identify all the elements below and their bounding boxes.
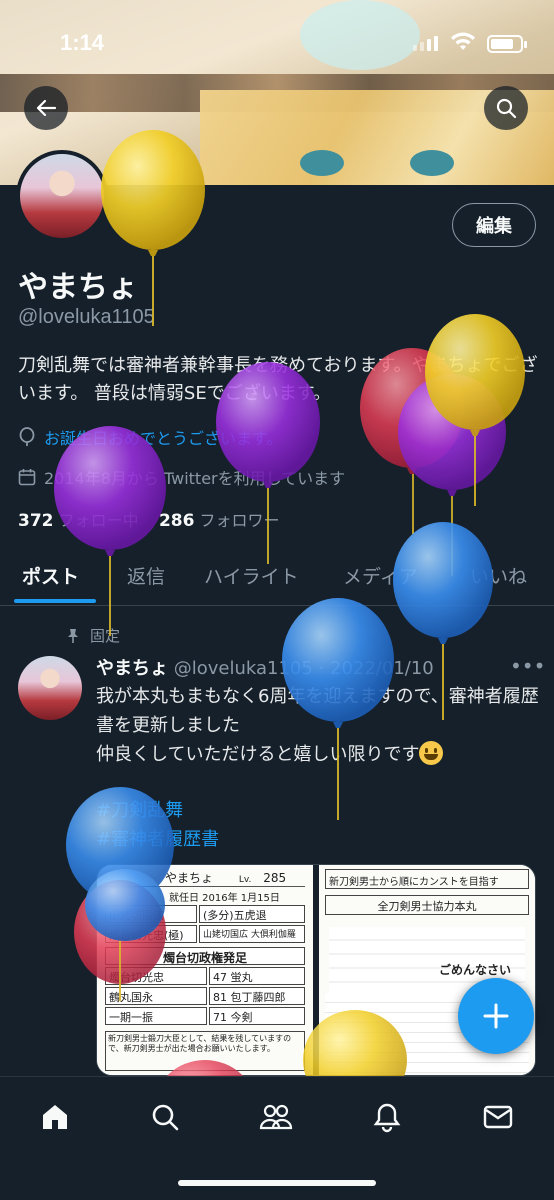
resume-row: 一期一振 xyxy=(105,1007,207,1025)
tab-posts[interactable]: ポスト xyxy=(22,562,79,589)
more-options-icon[interactable]: ••• xyxy=(510,654,545,678)
edit-profile-button[interactable]: 編集 xyxy=(452,203,536,247)
back-button[interactable] xyxy=(24,86,68,130)
messages-icon xyxy=(483,1105,513,1129)
tweet-line-2: 仲良くしていただけると嬉しい限りです xyxy=(96,743,420,765)
pin-icon xyxy=(68,628,78,643)
communities-icon xyxy=(259,1104,293,1130)
battery-icon xyxy=(487,35,527,53)
resume-name: やまちょ xyxy=(165,871,214,885)
search-icon xyxy=(152,1104,179,1131)
tweet-handle-date: @loveluka1105 · 2022/01/10 xyxy=(173,658,434,679)
home-indicator xyxy=(178,1180,376,1186)
resume-level-label: Lv. xyxy=(238,875,252,885)
following-label: フォロー中 xyxy=(58,511,139,530)
resume-row: 鶴丸国永 xyxy=(105,987,207,1005)
tab-indicator xyxy=(14,599,96,603)
status-time: 1:14 xyxy=(60,30,105,55)
resume-row: 71 今剣 xyxy=(209,1007,305,1025)
joined-row: 2014年8月から Twitterを利用しています xyxy=(18,465,345,489)
profile-bio: 刀剣乱舞では審神者兼幹事長を務めております。やまちょでございます。 普段は情弱S… xyxy=(18,355,538,404)
birthday-row: お誕生日おめでとうございます。 xyxy=(18,425,282,449)
compose-tweet-button[interactable] xyxy=(458,978,534,1054)
status-bar: 1:14 xyxy=(0,0,554,70)
balloon-icon xyxy=(19,427,35,446)
search-icon xyxy=(496,98,517,119)
cellular-signal-icon xyxy=(413,36,438,51)
resume-date: 就任日 2016年 1月15日 xyxy=(169,893,280,904)
tab-replies[interactable]: 返信 xyxy=(127,562,165,589)
tweet-avatar[interactable] xyxy=(18,656,82,720)
resume-sorry: ごめんなさい xyxy=(439,963,512,977)
tweet-author-name[interactable]: やまちょ xyxy=(96,658,168,679)
banner-eye xyxy=(410,150,454,176)
follow-stats: 372 フォロー中 286 フォロワー xyxy=(18,507,280,531)
profile-handle: @loveluka1105 xyxy=(18,306,155,328)
profile-name: やまちょ xyxy=(18,270,138,305)
resume-row: 山姥切国広 xyxy=(105,905,197,923)
home-icon xyxy=(43,1105,67,1129)
nav-home[interactable] xyxy=(35,1097,75,1137)
smiley-emoji-icon xyxy=(419,740,444,765)
resume-row: 燭台切光忠(極) xyxy=(105,925,197,943)
wifi-icon xyxy=(451,32,475,50)
resume-row: 燭台切政権発足 xyxy=(105,947,305,965)
balloon-yellow xyxy=(425,314,525,506)
nav-notifications[interactable] xyxy=(367,1097,407,1137)
nav-messages[interactable] xyxy=(478,1097,518,1137)
resume-note: 新刀剣男士鍛刀大臣として、結果を残していますので、新刀剣男士が出た場合お願いいた… xyxy=(105,1031,305,1071)
arrow-left-icon xyxy=(36,99,57,117)
notifications-icon xyxy=(373,1103,401,1133)
resume-image-left: やまちょ Lv. 285 就任日 2016年 1月15日 山姥切国広 (多分)五… xyxy=(97,865,313,1075)
resume-goal: 新刀剣男士から順にカンストを目指す xyxy=(325,869,529,889)
pinned-label-row: 固定 xyxy=(66,625,120,646)
birthday-text[interactable]: お誕生日おめでとうございます。 xyxy=(44,425,282,449)
resume-level: 285 xyxy=(263,871,287,885)
profile-avatar[interactable] xyxy=(16,150,108,242)
nav-search[interactable] xyxy=(145,1097,185,1137)
resume-row: 燭台切光忠 xyxy=(105,967,207,985)
hashtag-touken-ranbu[interactable]: #刀剣乱舞 xyxy=(96,797,540,826)
tab-media[interactable]: メディア xyxy=(343,562,418,589)
tweet-text: 我が本丸もまもなく6周年を迎えますので、審神者履歴書を更新しました 仲良くしてい… xyxy=(96,683,540,855)
profile-tabs: ポスト 返信 ハイライト メディア いいね xyxy=(0,552,554,606)
plus-icon xyxy=(483,1003,509,1029)
tab-highlights[interactable]: ハイライト xyxy=(204,562,299,589)
search-button[interactable] xyxy=(484,86,528,130)
pinned-label: 固定 xyxy=(90,627,121,645)
resume-row: 山姥切国広 大俱利伽羅 xyxy=(199,925,305,943)
resume-policy: 全刀剣男士協力本丸 xyxy=(325,895,529,915)
resume-row: (多分)五虎退 xyxy=(199,905,305,923)
tweet-header: やまちょ @loveluka1105 · 2022/01/10 xyxy=(96,654,434,680)
following-link[interactable]: 372 フォロー中 xyxy=(18,511,139,531)
resume-row: 47 蛍丸 xyxy=(209,967,305,985)
followers-label: フォロワー xyxy=(199,511,280,530)
joined-text: 2014年8月から Twitterを利用しています xyxy=(44,469,346,488)
followers-link[interactable]: 286 フォロワー xyxy=(158,511,280,531)
resume-row: 81 包丁藤四郎 xyxy=(209,987,305,1005)
banner-eye xyxy=(300,150,344,176)
tab-likes[interactable]: いいね xyxy=(470,562,527,589)
followers-count: 286 xyxy=(158,511,195,531)
nav-communities[interactable] xyxy=(256,1097,296,1137)
tweet-line-1: 我が本丸もまもなく6周年を迎えますので、審神者履歴書を更新しました xyxy=(96,686,539,736)
calendar-icon xyxy=(18,469,36,486)
following-count: 372 xyxy=(18,511,54,531)
hashtag-saniwa-resume[interactable]: #審神者履歴書 xyxy=(96,826,540,855)
